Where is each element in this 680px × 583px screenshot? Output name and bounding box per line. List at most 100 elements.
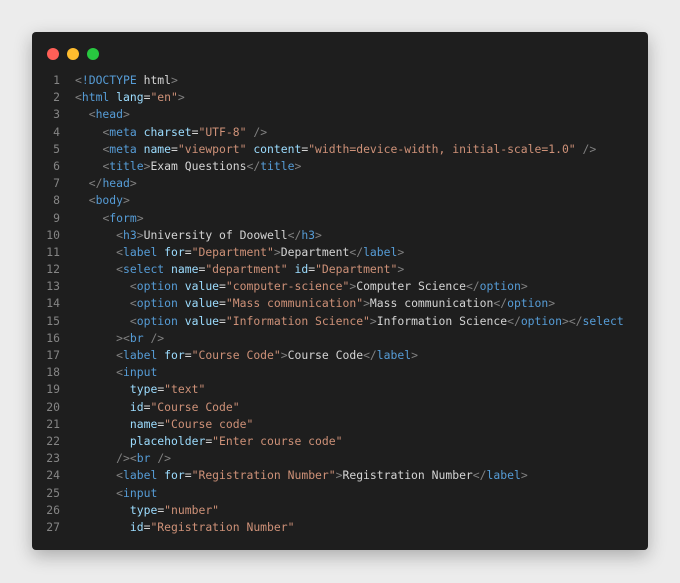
code-line: 22 placeholder="Enter course code" xyxy=(32,433,648,450)
code-text: <form> xyxy=(75,210,143,227)
code-block[interactable]: 1 <!DOCTYPE html> 2 <html lang="en"> 3 <head… xyxy=(32,72,648,536)
code-token-punct: </ xyxy=(465,279,480,294)
code-token-punct: < xyxy=(75,90,82,105)
code-line: 2 <html lang="en"> xyxy=(32,89,648,106)
line-number: 7 xyxy=(53,176,60,191)
line-number: 20 xyxy=(46,399,60,414)
code-token-punct: /> xyxy=(157,451,172,466)
code-token-tag: label xyxy=(123,244,158,259)
line-number: 19 xyxy=(46,382,60,397)
maximize-button[interactable] xyxy=(87,48,99,60)
code-token-attr: name xyxy=(143,141,172,156)
code-token-tag: meta xyxy=(109,141,137,156)
code-token-txt: = xyxy=(184,468,192,483)
line-number: 11 xyxy=(46,244,60,259)
code-token-punct: > xyxy=(273,244,281,259)
line-number: 3 xyxy=(53,107,60,122)
code-token-txt: = xyxy=(219,279,226,294)
code-text: ><br /> xyxy=(75,330,164,347)
code-text: <label for="Course Code">Course Code</la… xyxy=(75,347,418,364)
line-number: 9 xyxy=(53,210,60,225)
code-token-attr: type xyxy=(129,502,158,517)
code-token-punct: />< xyxy=(116,451,137,466)
code-token-attr: value xyxy=(184,313,220,328)
code-text: <!DOCTYPE html> xyxy=(75,72,178,89)
code-line: 12 <select name="department" id="Departm… xyxy=(32,261,648,278)
code-token-punct: < xyxy=(116,468,124,483)
code-token-punct: > xyxy=(171,73,178,87)
code-token-txt: = xyxy=(219,296,226,311)
code-token-tag: select xyxy=(123,262,165,277)
code-token-str: "Department" xyxy=(191,244,274,259)
code-line: 7 </head> xyxy=(32,175,648,192)
code-token-punct: > xyxy=(369,313,377,328)
line-number: 21 xyxy=(46,416,60,431)
window-titlebar xyxy=(32,32,648,76)
code-token-tag: br xyxy=(129,330,144,345)
code-token-tag: h3 xyxy=(123,227,137,242)
minimize-button[interactable] xyxy=(67,48,79,60)
code-text: name="Course code" xyxy=(75,416,253,433)
code-text: <head> xyxy=(75,106,130,123)
code-token-txt: Registration Number xyxy=(342,468,473,483)
line-number: 12 xyxy=(46,262,60,277)
code-token-punct: < xyxy=(75,73,82,87)
code-token-tag: form xyxy=(109,210,137,225)
line-number: 14 xyxy=(46,296,60,311)
code-token-punct: </ xyxy=(287,227,302,242)
code-token-txt: = xyxy=(219,313,226,328)
code-token-punct: > xyxy=(280,348,288,362)
code-token-punct: > xyxy=(411,348,418,362)
code-token-tag: option xyxy=(136,313,178,328)
code-token-punct: < xyxy=(129,296,137,311)
code-line: 10 <h3>University of Doowell</h3> xyxy=(32,227,648,244)
close-button[interactable] xyxy=(47,48,59,60)
code-token-punct: < xyxy=(129,313,137,328)
code-token-punct: < xyxy=(88,193,96,208)
line-number: 23 xyxy=(46,451,60,466)
code-token-str: "en" xyxy=(150,90,178,105)
code-token-tag: body xyxy=(95,193,124,208)
line-number: 27 xyxy=(46,519,60,534)
code-text: <select name="department" id="Department… xyxy=(75,261,404,278)
code-token-tag: label xyxy=(123,468,158,483)
code-token-attr: lang xyxy=(116,90,144,105)
code-text: type="text" xyxy=(75,381,205,398)
code-token-str: "width=device-width, initial-scale=1.0" xyxy=(308,141,576,156)
code-text: <option value="computer-science">Compute… xyxy=(75,278,528,295)
line-number: 18 xyxy=(46,365,60,380)
code-token-punct: > xyxy=(397,262,405,277)
code-token-punct: > xyxy=(136,227,144,242)
code-token-punct: </ xyxy=(493,296,508,311)
code-token-attr: for xyxy=(164,348,185,362)
code-token-punct: </ xyxy=(363,348,377,362)
code-token-punct: > xyxy=(397,244,405,259)
code-line: 20 id="Course Code" xyxy=(32,399,648,416)
code-token-txt: Computer Science xyxy=(356,279,466,294)
code-token-tag: label xyxy=(376,348,412,362)
code-text: <h3>University of Doowell</h3> xyxy=(75,227,322,244)
code-token-tag: head xyxy=(102,176,130,191)
code-token-str: "Mass communication" xyxy=(225,296,364,311)
code-line: 9 <form> xyxy=(32,210,648,227)
code-token-str: "viewport" xyxy=(177,141,247,156)
code-text: <option value="Information Science">Info… xyxy=(75,313,624,330)
code-token-punct: > xyxy=(520,468,528,483)
code-line: 19 type="text" xyxy=(32,381,648,398)
code-token-str: "Department" xyxy=(315,262,398,277)
